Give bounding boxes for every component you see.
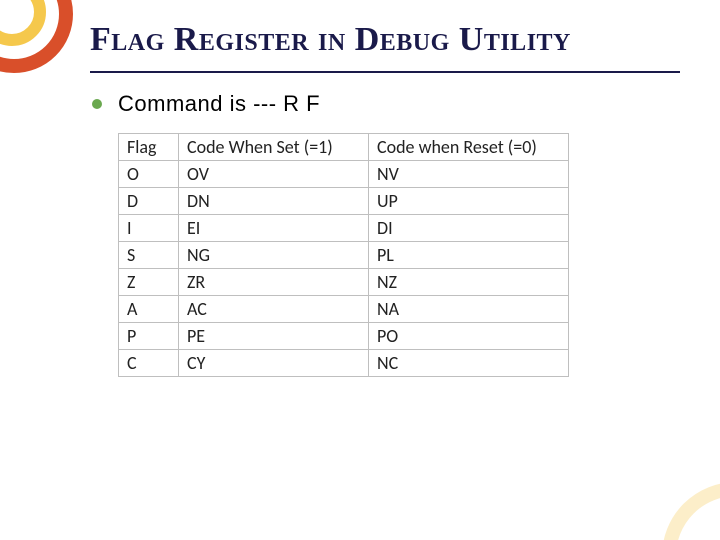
col-header-set: Code When Set (=1) bbox=[179, 134, 369, 161]
table-cell: Z bbox=[119, 269, 179, 296]
table-header-row: Flag Code When Set (=1) Code when Reset … bbox=[119, 134, 569, 161]
table-cell: S bbox=[119, 242, 179, 269]
table-cell: CY bbox=[179, 350, 369, 377]
table-cell: O bbox=[119, 161, 179, 188]
table-row: CCYNC bbox=[119, 350, 569, 377]
table-cell: NG bbox=[179, 242, 369, 269]
table-row: ZZRNZ bbox=[119, 269, 569, 296]
table-cell: C bbox=[119, 350, 179, 377]
table-cell: NC bbox=[369, 350, 569, 377]
table-cell: EI bbox=[179, 215, 369, 242]
table-row: OOVNV bbox=[119, 161, 569, 188]
table-cell: AC bbox=[179, 296, 369, 323]
title-underline bbox=[90, 71, 680, 73]
table-row: AACNA bbox=[119, 296, 569, 323]
table-cell: D bbox=[119, 188, 179, 215]
bullet-item: Command is --- R F bbox=[92, 91, 680, 117]
col-header-reset: Code when Reset (=0) bbox=[369, 134, 569, 161]
table-cell: UP bbox=[369, 188, 569, 215]
table-cell: ZR bbox=[179, 269, 369, 296]
flag-table: Flag Code When Set (=1) Code when Reset … bbox=[118, 133, 569, 377]
table-cell: DI bbox=[369, 215, 569, 242]
table-row: PPEPO bbox=[119, 323, 569, 350]
page-title: Flag Register in Debug Utility bbox=[90, 20, 680, 65]
table-row: IEIDI bbox=[119, 215, 569, 242]
flag-table-wrap: Flag Code When Set (=1) Code when Reset … bbox=[118, 133, 680, 377]
bullet-icon bbox=[92, 99, 102, 109]
table-row: SNGPL bbox=[119, 242, 569, 269]
table-cell: OV bbox=[179, 161, 369, 188]
table-cell: P bbox=[119, 323, 179, 350]
table-cell: PL bbox=[369, 242, 569, 269]
table-row: DDNUP bbox=[119, 188, 569, 215]
col-header-flag: Flag bbox=[119, 134, 179, 161]
table-cell: NA bbox=[369, 296, 569, 323]
table-cell: NV bbox=[369, 161, 569, 188]
table-cell: NZ bbox=[369, 269, 569, 296]
corner-ring-bottom bbox=[662, 482, 720, 540]
table-cell: DN bbox=[179, 188, 369, 215]
table-cell: A bbox=[119, 296, 179, 323]
slide-content: Flag Register in Debug Utility Command i… bbox=[90, 20, 680, 377]
table-cell: PE bbox=[179, 323, 369, 350]
bullet-text: Command is --- R F bbox=[118, 91, 320, 117]
table-cell: PO bbox=[369, 323, 569, 350]
table-cell: I bbox=[119, 215, 179, 242]
